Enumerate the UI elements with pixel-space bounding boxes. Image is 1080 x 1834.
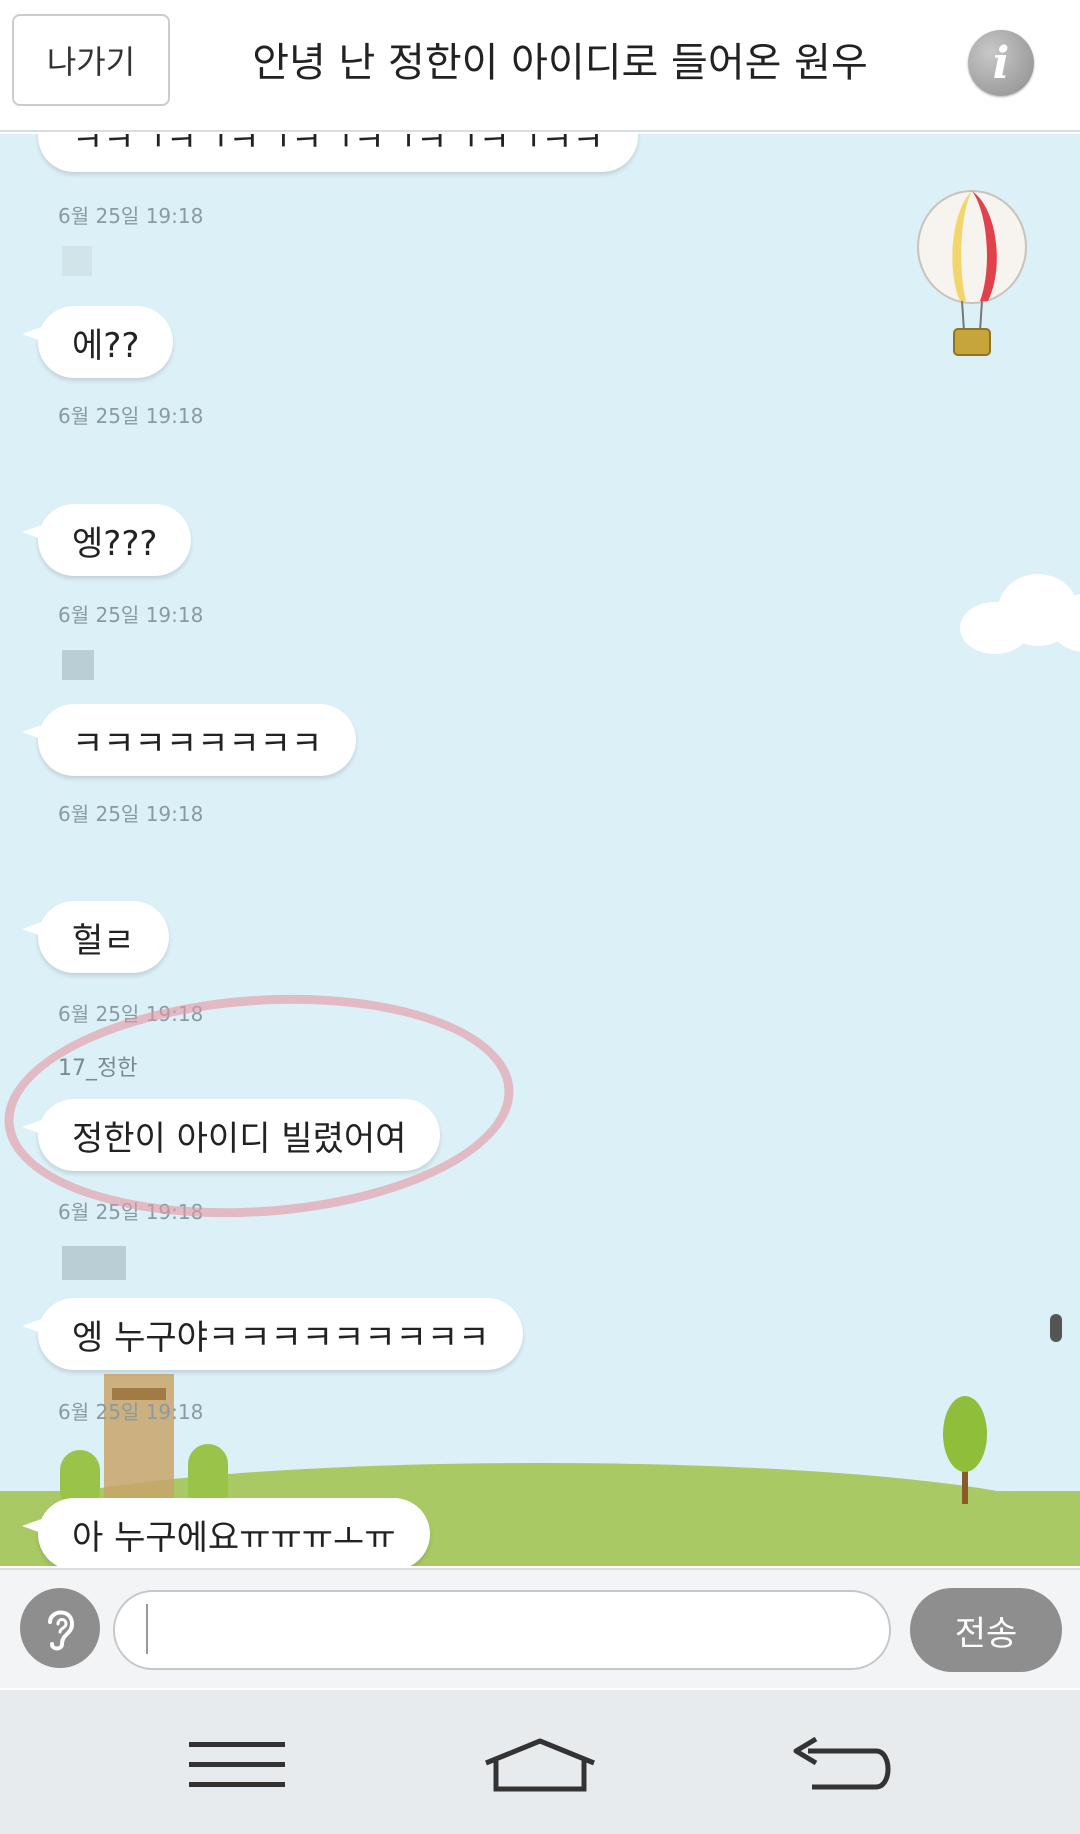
message-input-bar: 전송 [0, 1568, 1080, 1688]
home-glyph [485, 1738, 595, 1792]
message-timestamp: 6월 25일 19:18 [58, 603, 204, 627]
chat-message-area[interactable]: ㅋㅋㄱㅋㄱㅋㄱㅋㄱㅋㄱㅋㄱㅋㄱㅋㅋ 6월 25일 19:18 에?? 6월 25… [0, 134, 1080, 1566]
blurred-avatar [62, 650, 94, 680]
message-bubble[interactable]: 엥??? [21, 504, 192, 576]
menu-icon[interactable] [172, 1720, 302, 1810]
cloud-illustration [950, 564, 1080, 654]
chat-title: 안녕 난 정한이 아이디로 들어온 원우 [252, 40, 868, 86]
info-icon[interactable]: i [968, 30, 1034, 96]
hot-air-balloon-illustration [917, 190, 1027, 356]
system-navigation-bar [0, 1690, 1080, 1834]
blurred-avatar [62, 246, 92, 276]
ear-icon[interactable] [20, 1588, 100, 1668]
tree-illustration [943, 1396, 987, 1504]
exit-button[interactable]: 나가기 [12, 14, 170, 106]
chat-header: 나가기 안녕 난 정한이 아이디로 들어온 원우 i [0, 0, 1080, 132]
scrollbar-thumb[interactable] [1050, 1314, 1062, 1342]
message-bubble[interactable]: 헐ㄹ [22, 901, 169, 973]
home-icon[interactable] [475, 1720, 605, 1810]
message-input[interactable] [113, 1590, 891, 1670]
text-cursor [146, 1604, 148, 1654]
back-arrow-glyph [793, 1737, 891, 1790]
message-timestamp: 6월 25일 19:18 [58, 404, 204, 428]
message-timestamp: 6월 25일 19:18 [58, 802, 204, 826]
send-button[interactable]: 전송 [910, 1588, 1062, 1672]
menu-glyph [189, 1742, 285, 1787]
back-arrow-icon[interactable] [778, 1720, 908, 1810]
message-bubble[interactable]: ㅋㅋㄱㅋㄱㅋㄱㅋㄱㅋㄱㅋㄱㅋㄱㅋㅋ [22, 134, 638, 172]
blurred-avatar [62, 1246, 126, 1280]
message-bubble[interactable]: 엥 누구야ㅋㅋㅋㅋㅋㅋㅋㅋㅋ [21, 1298, 524, 1370]
message-timestamp: 6월 25일 19:18 [58, 204, 204, 228]
message-bubble[interactable]: 아 누구에요ㅠㅠㅠㅗㅠ [22, 1498, 430, 1566]
message-timestamp: 6월 25일 19:18 [58, 1400, 204, 1424]
message-bubble[interactable]: 에?? [21, 306, 174, 378]
message-bubble[interactable]: ㅋㅋㅋㅋㅋㅋㅋㅋ [21, 704, 357, 776]
ear-glyph [48, 1610, 75, 1651]
